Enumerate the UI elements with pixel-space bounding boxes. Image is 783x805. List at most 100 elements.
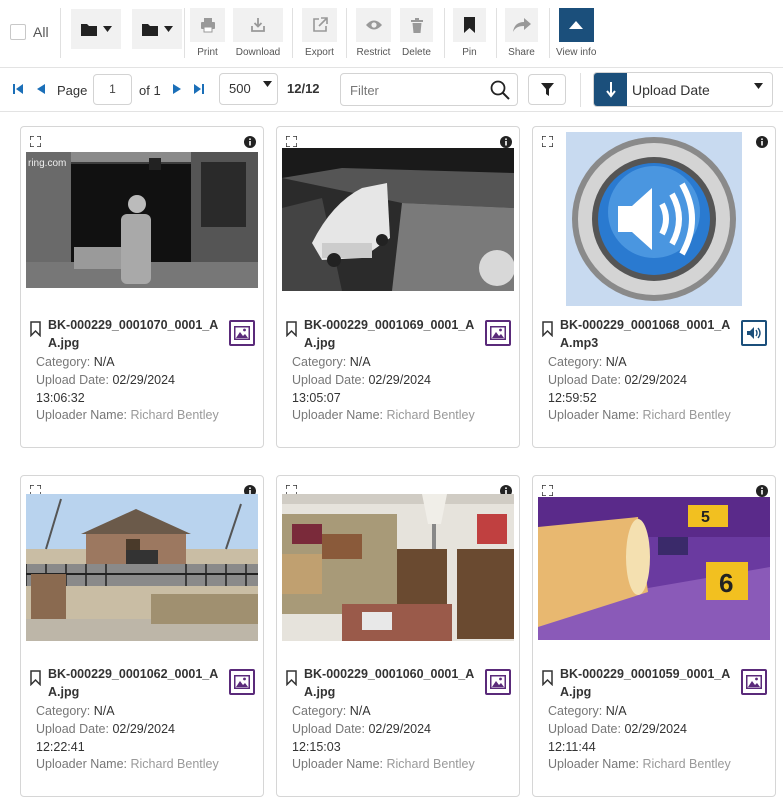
info-icon[interactable] xyxy=(756,136,768,148)
pagination-bar: Page 1 of 1 500 12/12 Upload Date xyxy=(0,68,783,112)
select-all-checkbox[interactable] xyxy=(10,24,26,40)
prev-page-icon[interactable] xyxy=(37,84,45,94)
toolbar-divider xyxy=(292,8,293,58)
toolbar-divider xyxy=(346,8,347,58)
delete-button[interactable]: Delete xyxy=(400,8,433,58)
thumbnail-image[interactable]: ring.com xyxy=(26,152,258,288)
page-of-label: of 1 xyxy=(139,83,161,98)
result-count: 12/12 xyxy=(287,81,320,96)
delete-label: Delete xyxy=(402,47,431,58)
folder-dropdown-button[interactable] xyxy=(71,8,121,49)
evidence-marker-6: 6 xyxy=(719,568,733,598)
trash-icon xyxy=(400,8,433,42)
expand-icon[interactable] xyxy=(542,485,553,496)
download-label: Download xyxy=(235,47,281,58)
sort-direction-button[interactable] xyxy=(594,73,627,106)
media-card[interactable]: BK-000229_0001060_0001_A A.jpg Category: … xyxy=(276,475,520,797)
media-card[interactable]: BK-000229_0001069_0001_A A.jpg Category: … xyxy=(276,126,520,448)
audio-thumbnail[interactable] xyxy=(566,132,742,306)
search-icon[interactable] xyxy=(490,80,510,100)
image-type-icon xyxy=(229,669,255,695)
select-all[interactable]: All xyxy=(10,24,49,40)
funnel-icon xyxy=(540,83,554,96)
file-name: BK-000229_0001060_0001_A A.jpg xyxy=(304,667,475,699)
page-label: Page xyxy=(57,83,88,98)
media-card[interactable]: ring.com BK-000229_0001070_0001_A A.jpg C… xyxy=(20,126,264,448)
restrict-label: Restrict xyxy=(356,47,391,58)
bookmark-icon[interactable] xyxy=(542,321,553,337)
thumbnail-image[interactable] xyxy=(26,494,258,641)
image-type-icon xyxy=(229,320,255,346)
image-type-icon xyxy=(485,669,511,695)
image-type-icon xyxy=(741,669,767,695)
file-metadata: Category: N/A Upload Date: 02/29/2024 13… xyxy=(36,355,219,423)
file-name: BK-000229_0001070_0001_A A.jpg xyxy=(48,318,219,350)
caret-up-icon xyxy=(558,8,594,42)
toolbar-divider xyxy=(184,8,185,58)
info-icon[interactable] xyxy=(500,136,512,148)
media-card[interactable]: BK-000229_0001062_0001_A A.jpg Category: … xyxy=(20,475,264,797)
print-button[interactable]: Print xyxy=(190,8,225,58)
caret-down-icon xyxy=(163,26,173,32)
toolbar-divider xyxy=(444,8,445,58)
export-button[interactable]: Export xyxy=(302,8,337,58)
file-metadata: Category: N/A Upload Date: 02/29/2024 12… xyxy=(36,704,219,772)
thumbnail-image[interactable]: 5 6 xyxy=(538,497,770,640)
download-icon xyxy=(233,8,283,42)
pin-bookmark-icon xyxy=(453,8,486,42)
pager-divider xyxy=(580,73,581,107)
download-button[interactable]: Download xyxy=(233,8,283,58)
caret-down-icon xyxy=(263,81,272,87)
toolbar-divider xyxy=(60,8,61,58)
pin-button[interactable]: Pin xyxy=(453,8,486,58)
share-arrow-icon xyxy=(505,8,538,42)
expand-icon[interactable] xyxy=(542,136,553,147)
file-metadata: Category: N/A Upload Date: 02/29/2024 12… xyxy=(292,704,475,772)
page-size-select[interactable]: 500 xyxy=(219,73,278,105)
filter-input[interactable] xyxy=(350,80,485,100)
filter-field[interactable] xyxy=(340,73,518,106)
select-all-label: All xyxy=(33,24,49,40)
sort-field-label: Upload Date xyxy=(632,82,710,98)
export-label: Export xyxy=(305,47,334,58)
share-label: Share xyxy=(508,47,535,58)
bookmark-icon[interactable] xyxy=(286,670,297,686)
expand-icon[interactable] xyxy=(30,136,41,147)
share-button[interactable]: Share xyxy=(505,8,538,58)
bookmark-icon[interactable] xyxy=(30,321,41,337)
file-name: BK-000229_0001059_0001_A A.jpg xyxy=(560,667,731,699)
thumbnail-watermark: ring.com xyxy=(28,158,66,169)
expand-icon[interactable] xyxy=(286,136,297,147)
sort-select[interactable]: Upload Date xyxy=(593,72,773,107)
media-card[interactable]: 5 6 BK-000229_0001059_0001_A A.jpg Catego… xyxy=(532,475,776,797)
filter-button[interactable] xyxy=(528,74,566,105)
media-card[interactable]: BK-000229_0001068_0001_A A.mp3 Category: … xyxy=(532,126,776,448)
folder-icon xyxy=(71,9,121,49)
file-name: BK-000229_0001062_0001_A A.jpg xyxy=(48,667,219,699)
view-info-label: View info xyxy=(556,47,597,58)
bookmark-icon[interactable] xyxy=(30,670,41,686)
export-icon xyxy=(302,8,337,42)
info-icon[interactable] xyxy=(244,136,256,148)
page-number-input[interactable]: 1 xyxy=(93,74,132,105)
next-page-icon[interactable] xyxy=(173,84,181,94)
toolbar-divider xyxy=(496,8,497,58)
toolbar: All Print Download Export Restrict Delet… xyxy=(0,0,783,68)
print-icon xyxy=(190,8,225,42)
bookmark-icon[interactable] xyxy=(542,670,553,686)
view-info-button[interactable]: View info xyxy=(556,8,596,58)
last-page-icon[interactable] xyxy=(194,84,204,94)
thumbnail-image[interactable] xyxy=(282,148,514,291)
caret-down-icon xyxy=(754,83,763,89)
info-icon[interactable] xyxy=(756,485,768,497)
bookmark-icon[interactable] xyxy=(286,321,297,337)
restrict-button[interactable]: Restrict xyxy=(356,8,391,58)
folder-move-dropdown-button[interactable] xyxy=(132,8,182,49)
thumbnail-image[interactable] xyxy=(282,494,514,641)
file-metadata: Category: N/A Upload Date: 02/29/2024 12… xyxy=(548,704,731,772)
file-name: BK-000229_0001068_0001_A A.mp3 xyxy=(560,318,731,350)
file-name: BK-000229_0001069_0001_A A.jpg xyxy=(304,318,475,350)
pin-label: Pin xyxy=(462,47,477,58)
first-page-icon[interactable] xyxy=(13,84,23,94)
arrow-down-icon xyxy=(605,81,616,98)
